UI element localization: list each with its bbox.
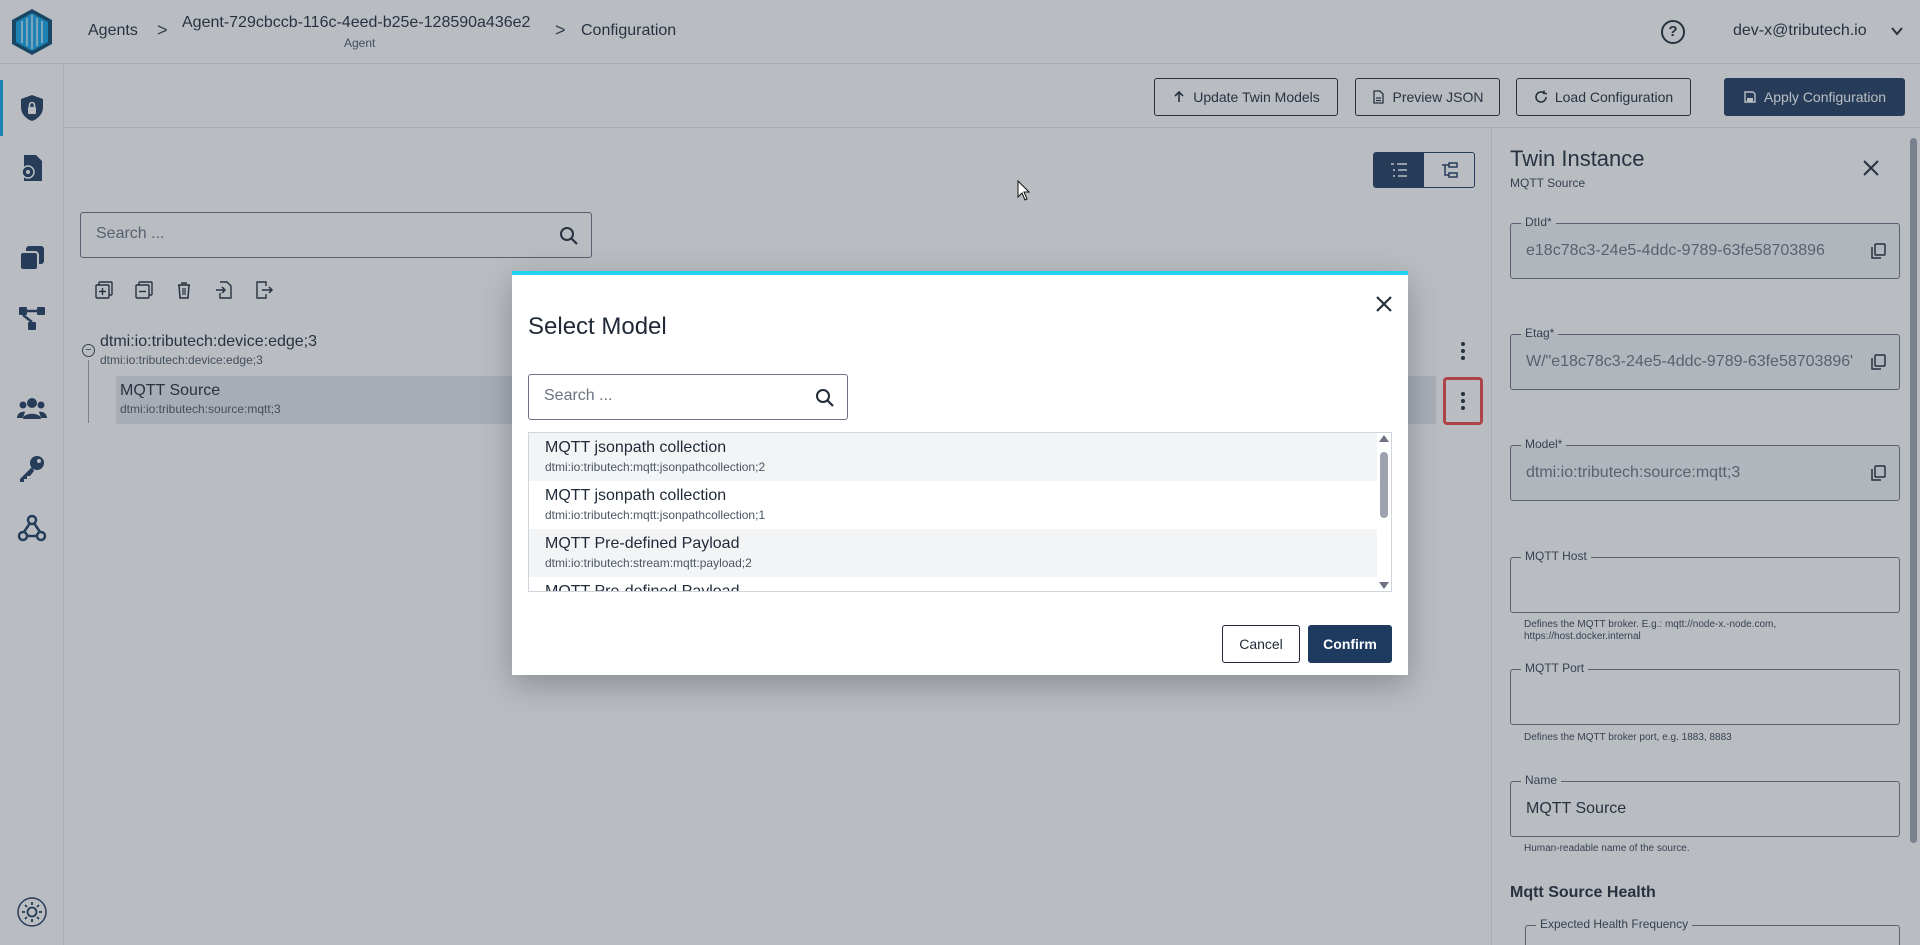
model-list[interactable]: MQTT jsonpath collection dtmi:io:tribute… [528,432,1392,592]
model-name: MQTT jsonpath collection [545,487,727,504]
scroll-down-icon[interactable] [1379,582,1389,589]
model-list-scrollbar[interactable] [1377,433,1391,591]
dialog-title: Select Model [528,313,667,340]
model-list-item[interactable]: MQTT Pre-defined Payload dtmi:io:tribute… [529,529,1391,577]
model-list-item[interactable]: MQTT jsonpath collection dtmi:io:tribute… [529,481,1391,529]
confirm-button[interactable]: Confirm [1308,625,1392,663]
search-icon[interactable] [815,388,835,408]
model-id: dtmi:io:tributech:mqtt:jsonpathcollectio… [545,508,766,522]
model-list-item[interactable]: MQTT Pre-defined Payload [529,577,1391,592]
model-id: dtmi:io:tributech:mqtt:jsonpathcollectio… [545,460,766,474]
model-search-input[interactable] [544,387,804,405]
model-name: MQTT Pre-defined Payload [545,583,740,592]
close-icon[interactable] [1374,294,1394,314]
model-id: dtmi:io:tributech:stream:mqtt:payload;2 [545,556,752,570]
cancel-button[interactable]: Cancel [1222,625,1300,663]
model-list-item[interactable]: MQTT jsonpath collection dtmi:io:tribute… [529,433,1391,481]
model-name: MQTT Pre-defined Payload [545,535,740,552]
select-model-dialog: Select Model MQTT jsonpath collection dt… [512,271,1408,675]
mouse-cursor-icon [1017,180,1031,201]
scroll-thumb[interactable] [1380,452,1388,518]
scroll-up-icon[interactable] [1379,435,1389,442]
model-name: MQTT jsonpath collection [545,439,727,456]
model-search-box [528,374,848,420]
